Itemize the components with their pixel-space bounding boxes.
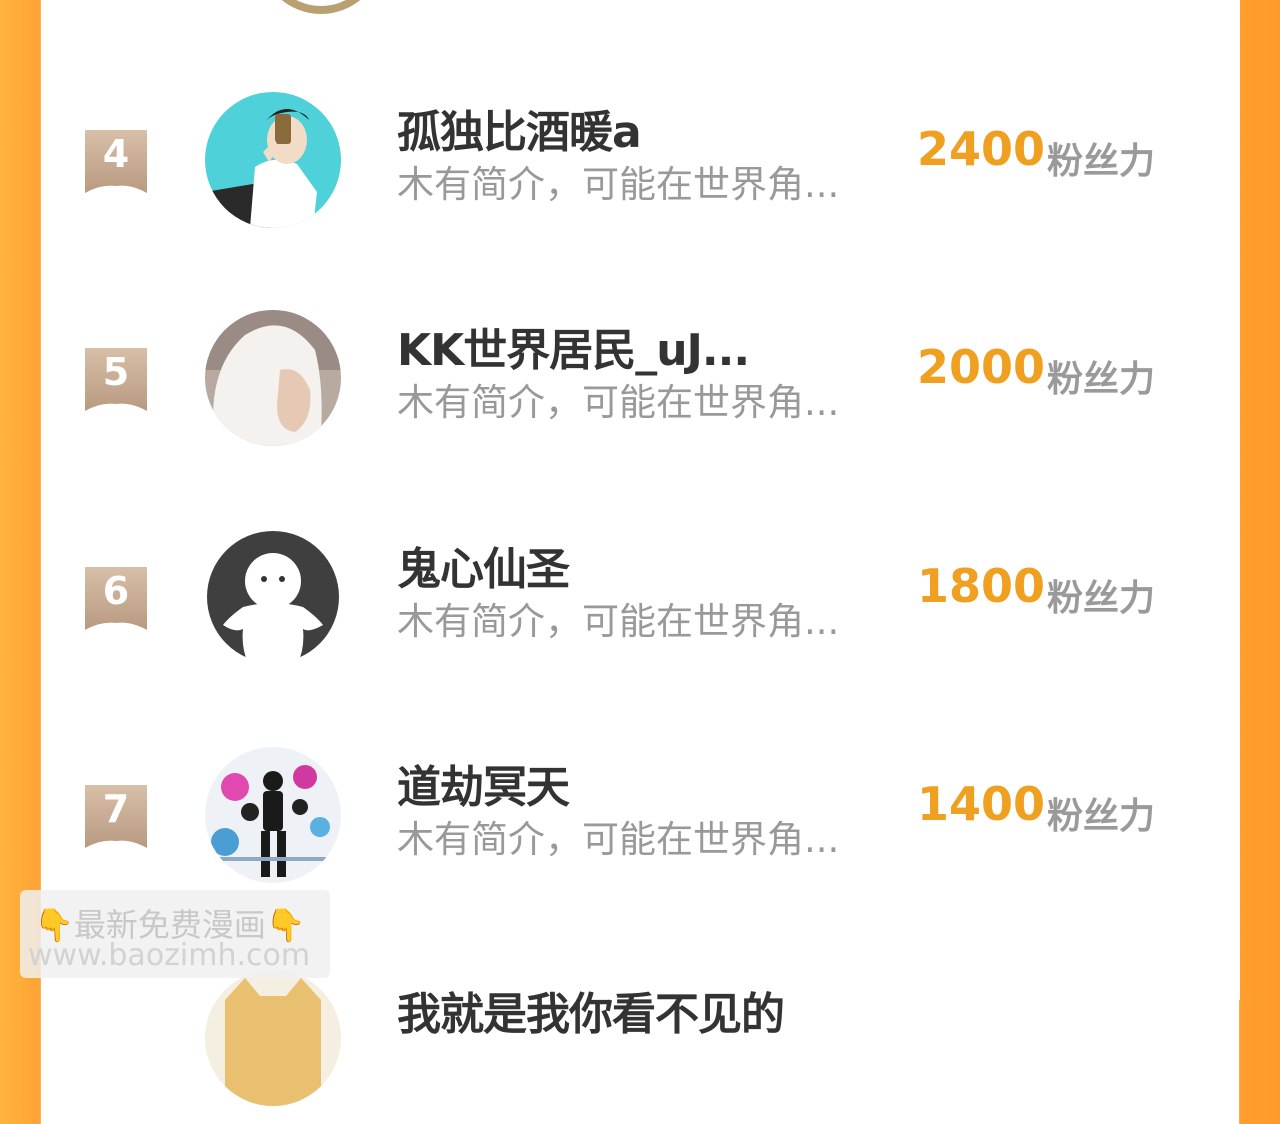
fan-power-label: 粉丝力 xyxy=(1047,141,1156,182)
ranking-row[interactable]: 我就是我你看不见的 xyxy=(41,964,1240,1124)
ranking-row[interactable]: 5 KK世界居民_uJ... 木有简介，可能在世界角... 2000 粉丝力 xyxy=(41,300,1240,460)
ranking-panel: 4 孤独比酒暖a 木有简介，可能在世界角... 2400 粉丝力 5 KK世界居… xyxy=(41,0,1240,1106)
user-name[interactable]: KK世界居民_uJ... xyxy=(397,314,750,378)
user-avatar[interactable] xyxy=(205,529,341,665)
ranking-row[interactable]: 6 鬼心仙圣 木有简介，可能在世界角... 1800 粉丝力 xyxy=(41,519,1240,679)
user-name[interactable]: 鬼心仙圣 xyxy=(397,533,570,597)
user-avatar[interactable] xyxy=(205,970,341,1106)
user-bio: 木有简介，可能在世界角... xyxy=(397,818,840,861)
watermark-url: www.baozimh.com xyxy=(28,938,311,973)
user-bio: 木有简介，可能在世界角... xyxy=(397,600,840,643)
rank-badge: 6 xyxy=(85,567,147,630)
rank-badge: 5 xyxy=(85,348,147,411)
rank-badge: 7 xyxy=(85,785,147,848)
ranking-row[interactable]: 4 孤独比酒暖a 木有简介，可能在世界角... 2400 粉丝力 xyxy=(41,82,1240,242)
rank-number: 7 xyxy=(102,787,130,831)
user-bio: 木有简介，可能在世界角... xyxy=(397,163,840,206)
ranking-row[interactable]: 7 道劫冥天 木有简介，可能在世界角... 1400 粉丝力 xyxy=(41,737,1240,897)
fan-power-score: 2000 xyxy=(917,340,1046,394)
user-name[interactable]: 道劫冥天 xyxy=(397,751,570,815)
fan-power-label: 粉丝力 xyxy=(1047,796,1156,837)
user-avatar[interactable] xyxy=(205,747,341,883)
fan-power-score: 1400 xyxy=(917,777,1046,831)
rank-number: 4 xyxy=(102,132,130,176)
rank-badge: 4 xyxy=(85,130,147,193)
fan-power-label: 粉丝力 xyxy=(1047,359,1156,400)
user-name[interactable]: 孤独比酒暖a xyxy=(397,96,642,160)
user-name[interactable]: 我就是我你看不见的 xyxy=(397,978,785,1042)
previous-user-avatar[interactable] xyxy=(259,0,383,14)
fan-power-score: 1800 xyxy=(917,559,1046,613)
user-bio: 木有简介，可能在世界角... xyxy=(397,381,840,424)
fan-power-label: 粉丝力 xyxy=(1047,578,1156,619)
user-avatar[interactable] xyxy=(205,310,341,446)
fan-power-score: 2400 xyxy=(917,122,1046,176)
rank-number: 5 xyxy=(102,350,130,394)
rank-number: 6 xyxy=(102,569,130,613)
site-watermark: 👇最新免费漫画👇 www.baozimh.com xyxy=(20,890,330,978)
user-avatar[interactable] xyxy=(205,92,341,228)
